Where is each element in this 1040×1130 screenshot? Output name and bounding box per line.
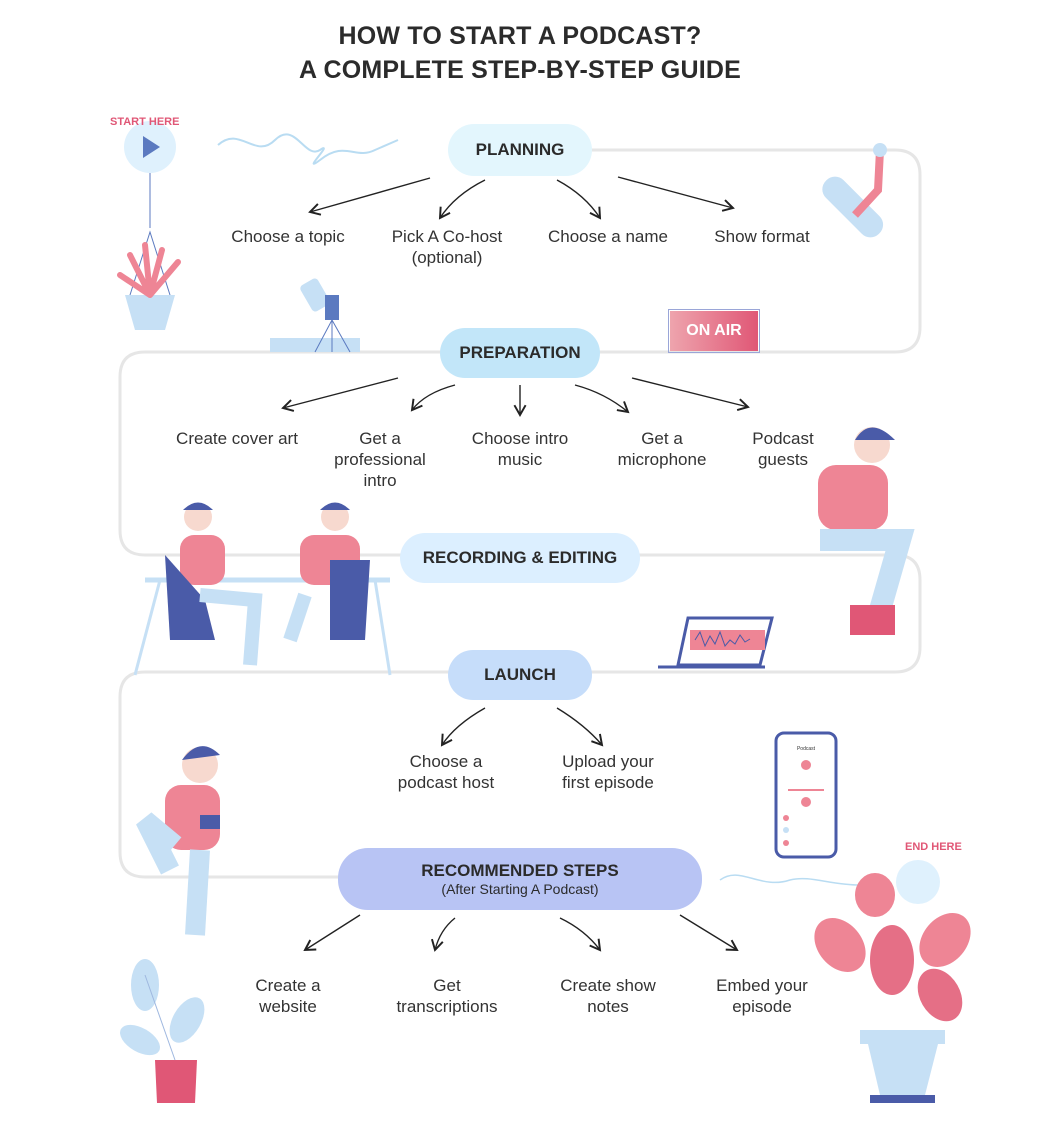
stage-label: PREPARATION bbox=[459, 343, 581, 362]
step-choose-name: Choose a name bbox=[547, 227, 669, 246]
arrow bbox=[281, 377, 399, 412]
arrow bbox=[438, 179, 486, 220]
step-intro-music: Choose intro music bbox=[471, 429, 569, 469]
step-microphone: Get a microphone bbox=[617, 429, 707, 469]
potted-plant-left-icon bbox=[120, 959, 205, 1103]
step-embed-episode: Embed your episode bbox=[716, 976, 808, 1016]
arrow bbox=[410, 384, 456, 412]
step-transcriptions: Get transcriptions bbox=[396, 976, 498, 1016]
squiggle-end bbox=[719, 874, 861, 886]
hanging-plant-icon bbox=[117, 230, 181, 330]
stage-label: RECORDING & EDITING bbox=[422, 548, 618, 567]
step-cover-art: Create cover art bbox=[176, 429, 298, 448]
podcasters-illustration bbox=[133, 502, 392, 676]
start-here-text: START HERE bbox=[110, 116, 179, 128]
stage-recommended-steps: RECOMMENDED STEPS (After Starting A Podca… bbox=[338, 848, 702, 910]
arrow bbox=[574, 384, 630, 414]
stage-recording-editing: RECORDING & EDITING bbox=[400, 533, 640, 583]
start-play-icon bbox=[124, 121, 176, 228]
squiggle-start bbox=[217, 133, 399, 165]
potted-plant-right-icon bbox=[814, 860, 971, 1103]
step-professional-intro: Get a professional intro bbox=[334, 429, 426, 490]
arrow bbox=[440, 707, 486, 747]
step-upload-episode: Upload your first episode bbox=[562, 752, 654, 792]
step-show-format: Show format bbox=[714, 227, 810, 246]
phone-screen-title: Podcast bbox=[797, 746, 816, 752]
stage-label: PLANNING bbox=[475, 140, 565, 159]
arrow bbox=[556, 179, 602, 220]
step-show-notes: Create show notes bbox=[560, 976, 656, 1016]
stage-label: RECOMMENDED STEPS bbox=[421, 861, 619, 880]
step-choose-topic: Choose a topic bbox=[231, 227, 345, 246]
step-create-website: Create a website bbox=[255, 976, 321, 1016]
arrow bbox=[556, 707, 604, 747]
infographic: START HERE Podcast END HERE HOW TO START… bbox=[0, 0, 1040, 1130]
arrow bbox=[431, 917, 456, 952]
title-line-1: HOW TO START A PODCAST? bbox=[338, 22, 702, 50]
end-here-text: END HERE bbox=[905, 841, 962, 853]
title-line-2: A COMPLETE STEP-BY-STEP GUIDE bbox=[299, 56, 741, 84]
arrow bbox=[617, 176, 735, 212]
sitting-woman-illustration bbox=[136, 746, 220, 936]
step-podcast-guests: Podcast guests bbox=[752, 429, 814, 469]
on-air-sign: ON AIR bbox=[668, 309, 760, 353]
arrow bbox=[559, 917, 602, 952]
stage-sublabel: (After Starting A Podcast) bbox=[441, 881, 599, 897]
stage-launch: LAUNCH bbox=[448, 650, 592, 700]
arrow bbox=[303, 914, 361, 952]
step-pick-cohost: Pick A Co-host (optional) bbox=[391, 227, 503, 267]
arrow bbox=[631, 377, 750, 411]
stage-label: LAUNCH bbox=[484, 665, 556, 684]
stage-preparation: PREPARATION bbox=[440, 328, 600, 378]
laptop-icon bbox=[658, 616, 774, 669]
step-podcast-host: Choose a podcast host bbox=[397, 752, 495, 792]
studio-mic-icon bbox=[270, 278, 360, 353]
arrow bbox=[308, 177, 431, 216]
arrow bbox=[679, 914, 739, 952]
stage-planning: PLANNING bbox=[448, 124, 592, 176]
